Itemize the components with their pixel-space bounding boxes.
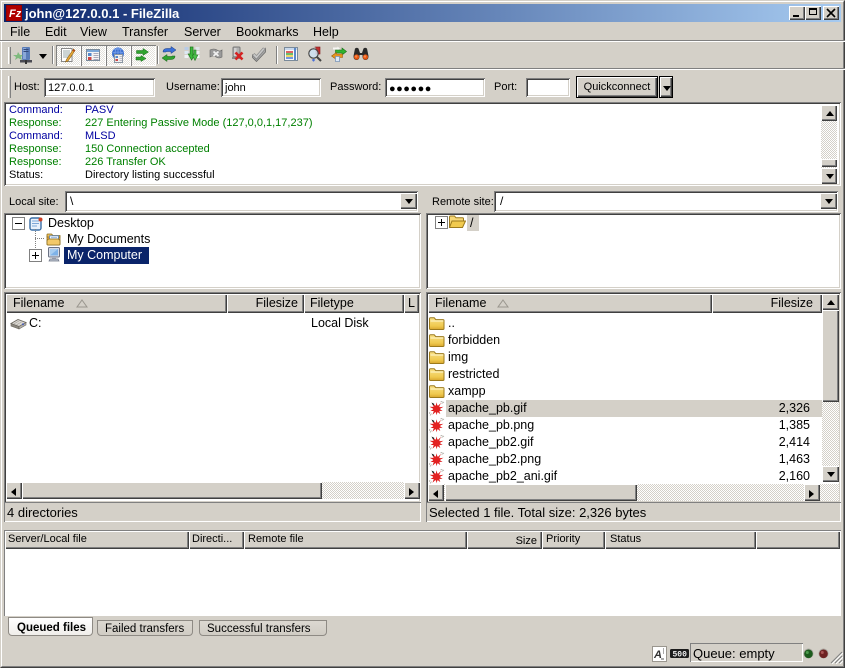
svg-text:500: 500: [673, 651, 688, 659]
svg-text:Fz: Fz: [9, 8, 22, 20]
svg-text:A: A: [653, 649, 662, 661]
